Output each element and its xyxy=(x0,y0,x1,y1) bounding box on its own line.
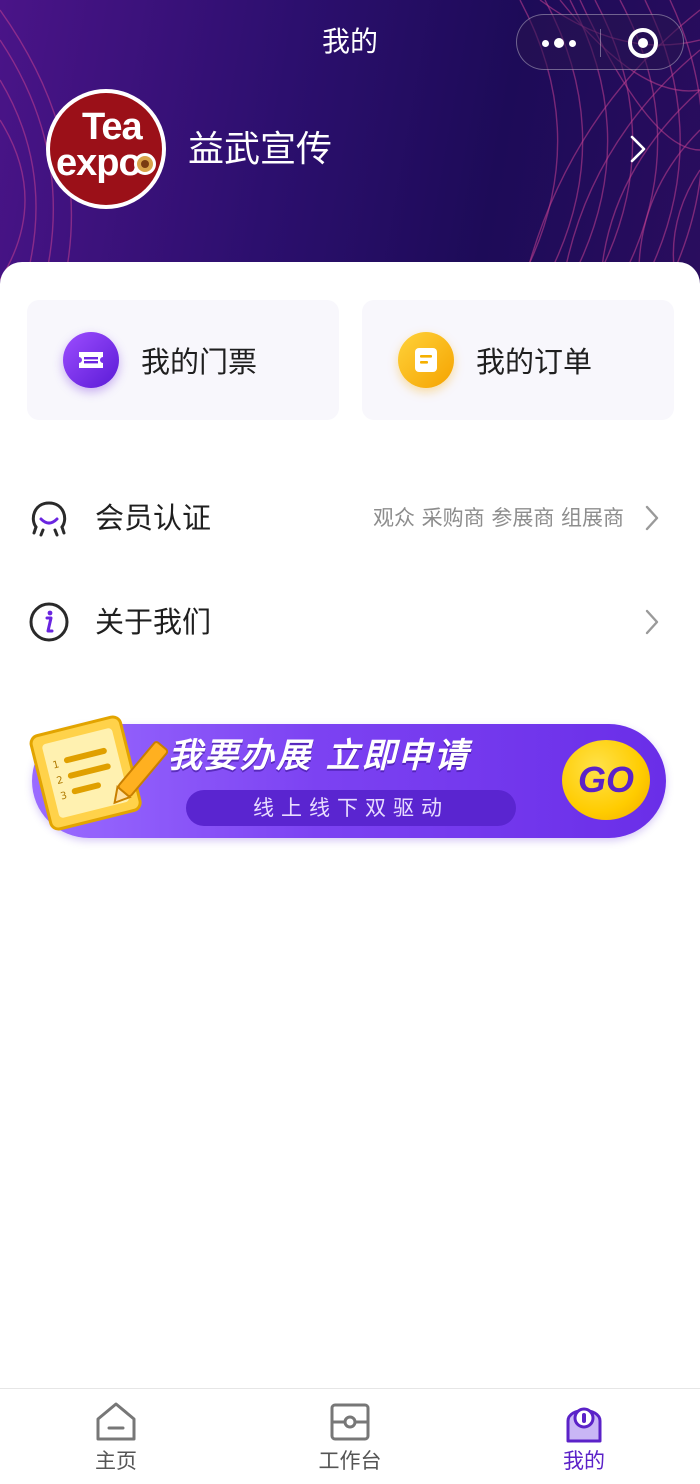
tab-workbench[interactable]: 工作台 xyxy=(290,1389,410,1484)
chevron-right-icon[interactable] xyxy=(628,134,648,164)
apply-exhibition-banner[interactable]: 1 2 3 我要办展 立即申请 线上线下双驱动 GO xyxy=(28,708,672,848)
more-dots-icon[interactable] xyxy=(517,15,600,71)
logo-text-tea: Tea xyxy=(82,106,143,148)
home-icon xyxy=(96,1402,136,1441)
chevron-right-icon xyxy=(645,609,659,635)
tab-mine[interactable]: 我的 xyxy=(524,1389,644,1484)
menu-item-about-us[interactable]: 关于我们 xyxy=(0,582,700,662)
ticket-icon xyxy=(63,332,119,388)
tab-workbench-label: 工作台 xyxy=(318,1449,382,1473)
member-icon xyxy=(31,501,67,537)
banner-headline: 我要办展 立即申请 xyxy=(168,736,470,776)
chevron-right-icon xyxy=(645,505,659,531)
user-name[interactable]: 益武宣传 xyxy=(188,128,332,172)
tab-mine-label: 我的 xyxy=(563,1449,605,1473)
notepad-pencil-icon: 1 2 3 xyxy=(29,715,168,831)
tab-home[interactable]: 主页 xyxy=(56,1389,176,1484)
avatar[interactable]: Tea expo xyxy=(46,89,166,209)
my-orders-label: 我的订单 xyxy=(476,345,593,379)
member-types-text: 观众 采购商 参展商 组展商 xyxy=(372,506,624,530)
go-button[interactable]: GO xyxy=(562,740,650,820)
logo-text-expo: expo xyxy=(56,142,142,184)
tea-expo-logo: Tea expo xyxy=(50,93,162,205)
my-orders-card[interactable]: 我的订单 xyxy=(362,300,674,420)
tea-cup-icon xyxy=(134,153,156,175)
profile-header: 我的 Tea expo 益武宣传 xyxy=(0,0,700,300)
my-tickets-label: 我的门票 xyxy=(141,345,258,379)
menu-item-member-verification[interactable]: 会员认证 观众 采购商 参展商 组展商 xyxy=(0,478,700,558)
tab-home-label: 主页 xyxy=(95,1449,137,1473)
workbench-icon xyxy=(330,1403,370,1441)
bottom-tab-bar: 主页 工作台 我的 xyxy=(0,1388,700,1484)
user-icon xyxy=(566,1407,602,1443)
target-close-icon[interactable] xyxy=(601,15,685,71)
info-icon xyxy=(29,602,69,642)
mini-program-capsule xyxy=(516,14,684,70)
banner-subtitle: 线上线下双驱动 xyxy=(186,790,516,826)
member-verification-label: 会员认证 xyxy=(95,501,212,535)
about-us-label: 关于我们 xyxy=(95,605,212,639)
my-tickets-card[interactable]: 我的门票 xyxy=(27,300,339,420)
order-icon xyxy=(398,332,454,388)
